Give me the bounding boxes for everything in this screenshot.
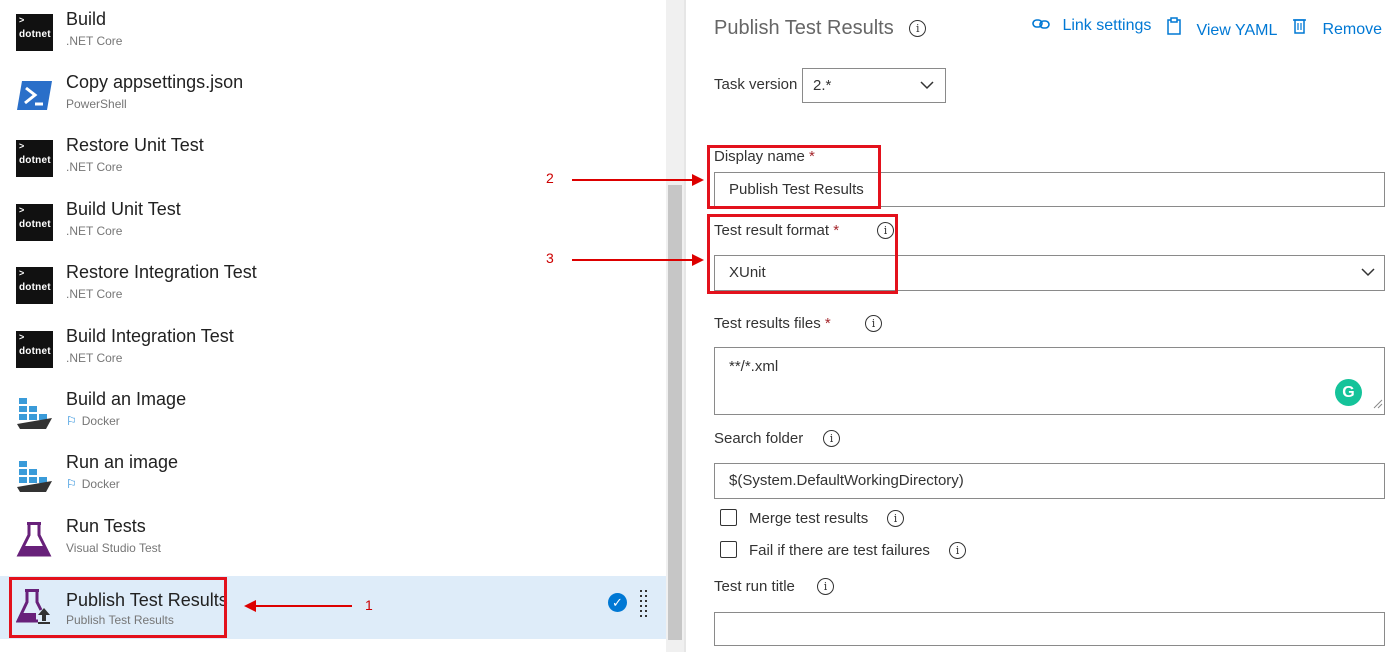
task-type: .NET Core bbox=[66, 287, 123, 301]
clipboard-icon bbox=[1166, 17, 1184, 40]
docker-icon bbox=[16, 457, 53, 494]
task-version-select[interactable]: 2.* bbox=[802, 68, 946, 103]
annotation-number-1: 1 bbox=[365, 597, 373, 613]
dotnet-icon: > dotnet bbox=[16, 204, 53, 241]
info-icon[interactable]: i bbox=[949, 542, 966, 559]
arrowhead-left-icon bbox=[244, 600, 256, 612]
task-name: Run an image bbox=[66, 452, 179, 472]
trash-icon bbox=[1292, 17, 1308, 39]
dotnet-icon: > dotnet bbox=[16, 140, 53, 177]
info-icon[interactable]: i bbox=[887, 510, 904, 527]
test-run-title-label: Test run title bbox=[714, 578, 795, 595]
task-type: ⚐ Docker bbox=[66, 414, 120, 428]
task-type: Visual Studio Test bbox=[66, 541, 161, 555]
dotnet-icon: > dotnet bbox=[16, 14, 53, 51]
link-settings-button[interactable]: Link settings bbox=[1032, 17, 1151, 35]
task-version-label: Task version bbox=[714, 76, 798, 93]
annotation-box-2 bbox=[707, 145, 881, 209]
test-run-title-input[interactable] bbox=[714, 612, 1385, 646]
test-results-files-label: Test results files * bbox=[714, 315, 831, 332]
task-name: Build an Image bbox=[66, 389, 187, 409]
grammarly-icon[interactable]: G bbox=[1335, 379, 1362, 406]
task-type: .NET Core bbox=[66, 160, 123, 174]
annotation-arrow-2 bbox=[572, 179, 692, 181]
task-type: .NET Core bbox=[66, 224, 123, 238]
info-icon[interactable]: i bbox=[817, 578, 834, 595]
task-item-build[interactable]: > dotnet Build .NET Core bbox=[0, 0, 666, 63]
flask-icon bbox=[16, 521, 53, 558]
flag-icon: ⚐ bbox=[66, 414, 77, 428]
info-icon[interactable]: i bbox=[823, 430, 840, 447]
task-type: PowerShell bbox=[66, 97, 127, 111]
task-item-copy-appsettings[interactable]: Copy appsettings.json PowerShell bbox=[0, 63, 666, 126]
fail-on-failures-checkbox[interactable] bbox=[720, 541, 737, 558]
annotation-number-3: 3 bbox=[546, 250, 554, 266]
check-circle-icon: ✓ bbox=[608, 593, 627, 612]
task-name: Restore Integration Test bbox=[66, 262, 257, 282]
resize-grip-icon bbox=[1373, 396, 1383, 413]
task-type: ⚐ Docker bbox=[66, 477, 120, 491]
merge-test-results-checkbox[interactable] bbox=[720, 509, 737, 526]
task-name: Run Tests bbox=[66, 516, 146, 536]
task-name: Build bbox=[66, 9, 107, 29]
task-name: Copy appsettings.json bbox=[66, 72, 244, 92]
task-item-restore-unit-test[interactable]: > dotnet Restore Unit Test .NET Core bbox=[0, 126, 666, 189]
panel-title: Publish Test Results i bbox=[714, 17, 927, 40]
info-icon[interactable]: i bbox=[909, 20, 927, 37]
fail-on-failures-label: Fail if there are test failures bbox=[749, 542, 930, 559]
test-results-files-textarea[interactable]: **/*.xml bbox=[714, 347, 1385, 415]
task-type: .NET Core bbox=[66, 34, 123, 48]
chevron-down-icon bbox=[1360, 256, 1376, 303]
annotation-arrow-3 bbox=[572, 259, 692, 261]
view-yaml-button[interactable]: View YAML bbox=[1166, 17, 1277, 40]
remove-button[interactable]: Remove bbox=[1292, 17, 1382, 39]
drag-handle-icon[interactable] bbox=[638, 590, 650, 620]
search-folder-label: Search folder bbox=[714, 430, 804, 447]
info-icon[interactable]: i bbox=[865, 315, 882, 332]
powershell-icon bbox=[16, 77, 53, 114]
annotation-arrow-1 bbox=[252, 605, 352, 607]
dotnet-icon: > dotnet bbox=[16, 331, 53, 368]
task-list: > dotnet Build .NET Core Copy appsettings… bbox=[0, 0, 666, 652]
annotation-number-2: 2 bbox=[546, 170, 554, 186]
task-list-scrollbar[interactable] bbox=[666, 0, 684, 652]
scrollbar-thumb[interactable] bbox=[668, 185, 682, 640]
task-name: Restore Unit Test bbox=[66, 135, 204, 155]
dotnet-icon: > dotnet bbox=[16, 267, 53, 304]
task-item-build-an-image[interactable]: Build an Image ⚐ Docker bbox=[0, 380, 666, 443]
docker-icon bbox=[16, 394, 53, 431]
annotation-box-3 bbox=[707, 214, 898, 294]
task-name: Build Unit Test bbox=[66, 199, 181, 219]
annotation-box-1 bbox=[9, 577, 227, 638]
task-type: .NET Core bbox=[66, 351, 123, 365]
flag-icon: ⚐ bbox=[66, 477, 77, 491]
task-item-build-unit-test[interactable]: > dotnet Build Unit Test .NET Core bbox=[0, 190, 666, 253]
task-item-run-tests[interactable]: Run Tests Visual Studio Test bbox=[0, 507, 666, 570]
task-item-restore-integration-test[interactable]: > dotnet Restore Integration Test .NET Co… bbox=[0, 253, 666, 316]
task-item-build-integration-test[interactable]: > dotnet Build Integration Test .NET Core bbox=[0, 317, 666, 380]
task-item-run-an-image[interactable]: Run an image ⚐ Docker bbox=[0, 443, 666, 506]
merge-test-results-label: Merge test results bbox=[749, 510, 869, 527]
chevron-down-icon bbox=[919, 69, 935, 114]
search-folder-input[interactable]: $(System.DefaultWorkingDirectory) bbox=[714, 463, 1385, 499]
link-icon bbox=[1032, 17, 1052, 35]
task-name: Build Integration Test bbox=[66, 326, 234, 346]
